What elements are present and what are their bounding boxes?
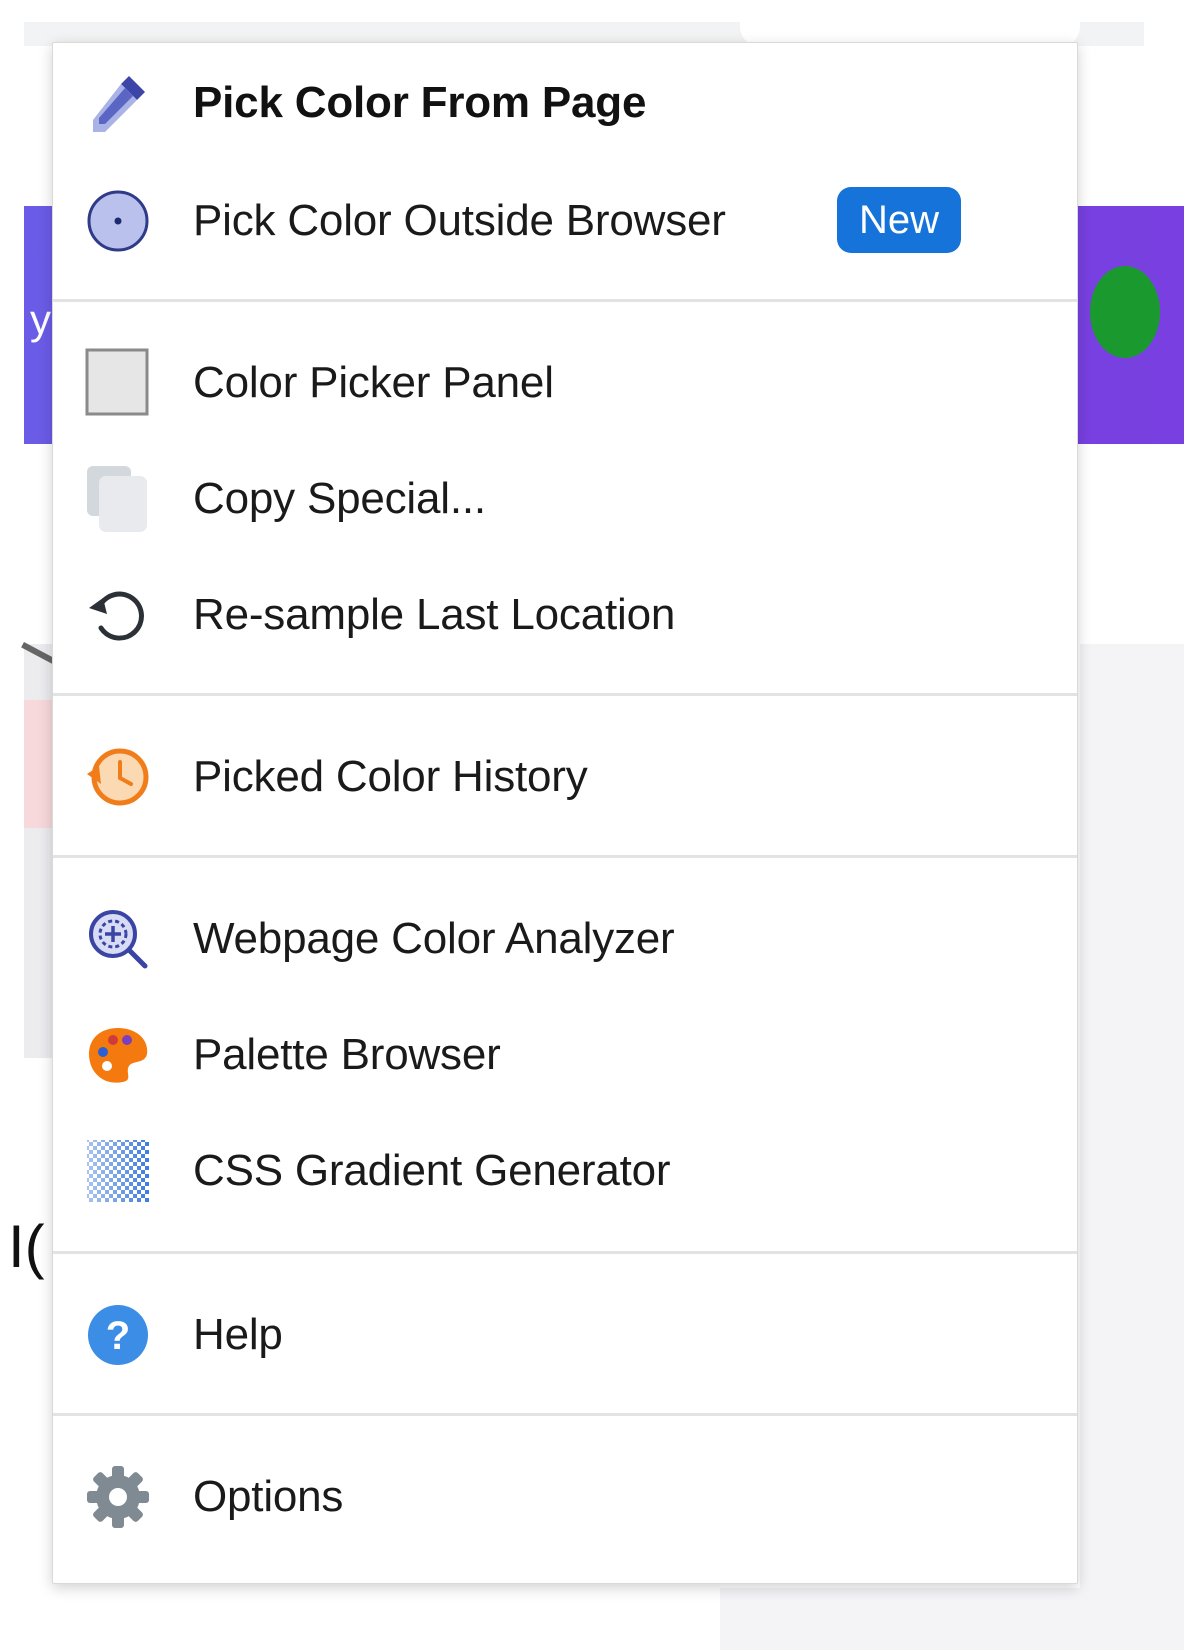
background-banner-text: y <box>30 296 51 343</box>
menu-item-label: Options <box>193 1472 344 1521</box>
menu-item-picked-color-history[interactable]: Picked Color History <box>53 721 1077 833</box>
menu-item-label: Re-sample Last Location <box>193 590 676 639</box>
menu-item-label: Picked Color History <box>193 752 588 801</box>
menu-item-options[interactable]: Options <box>53 1441 1077 1553</box>
history-clock-icon <box>85 744 151 810</box>
menu-item-help[interactable]: ? Help <box>53 1279 1077 1391</box>
palette-icon <box>85 1022 151 1088</box>
target-circle-icon <box>85 188 151 254</box>
menu-item-css-gradient-generator[interactable]: CSS Gradient Generator <box>53 1115 1077 1227</box>
background-gray-panel <box>1080 644 1184 1650</box>
menu-item-label: Palette Browser <box>193 1030 501 1079</box>
menu-divider <box>53 855 1077 858</box>
menu-item-label: Pick Color Outside Browser <box>193 196 726 245</box>
color-picker-menu: Pick Color From Page Pick Color Outside … <box>52 42 1078 1584</box>
menu-item-label: Pick Color From Page <box>193 78 647 127</box>
refresh-icon <box>85 582 151 648</box>
svg-text:?: ? <box>106 1314 130 1358</box>
new-badge: New <box>837 187 962 253</box>
menu-divider <box>53 1251 1077 1254</box>
gear-icon <box>85 1464 151 1530</box>
color-swatch-icon <box>85 348 151 416</box>
menu-divider <box>53 693 1077 696</box>
menu-item-label: Copy Special... <box>193 474 486 523</box>
gradient-icon <box>85 1138 151 1204</box>
menu-item-label: Color Picker Panel <box>193 358 554 407</box>
copy-icon <box>85 466 151 532</box>
menu-item-copy-special[interactable]: Copy Special... <box>53 443 1077 555</box>
eyedropper-icon <box>85 70 151 136</box>
menu-item-label: Help <box>193 1310 283 1359</box>
background-green-circle <box>1090 266 1160 358</box>
menu-item-webpage-color-analyzer[interactable]: Webpage Color Analyzer <box>53 883 1077 995</box>
help-icon: ? <box>85 1302 151 1368</box>
background-bottom-strip <box>720 1588 1184 1650</box>
menu-item-label: CSS Gradient Generator <box>193 1146 671 1195</box>
menu-item-palette-browser[interactable]: Palette Browser <box>53 999 1077 1111</box>
menu-item-color-picker-panel[interactable]: Color Picker Panel <box>53 327 1077 439</box>
menu-divider <box>53 299 1077 302</box>
menu-item-pick-color-from-page[interactable]: Pick Color From Page <box>53 47 1077 159</box>
menu-divider <box>53 1413 1077 1416</box>
menu-item-resample-last-location[interactable]: Re-sample Last Location <box>53 559 1077 671</box>
background-left-text: I( <box>8 1213 45 1280</box>
menu-item-label: Webpage Color Analyzer <box>193 914 675 963</box>
magnifier-icon <box>85 906 151 972</box>
